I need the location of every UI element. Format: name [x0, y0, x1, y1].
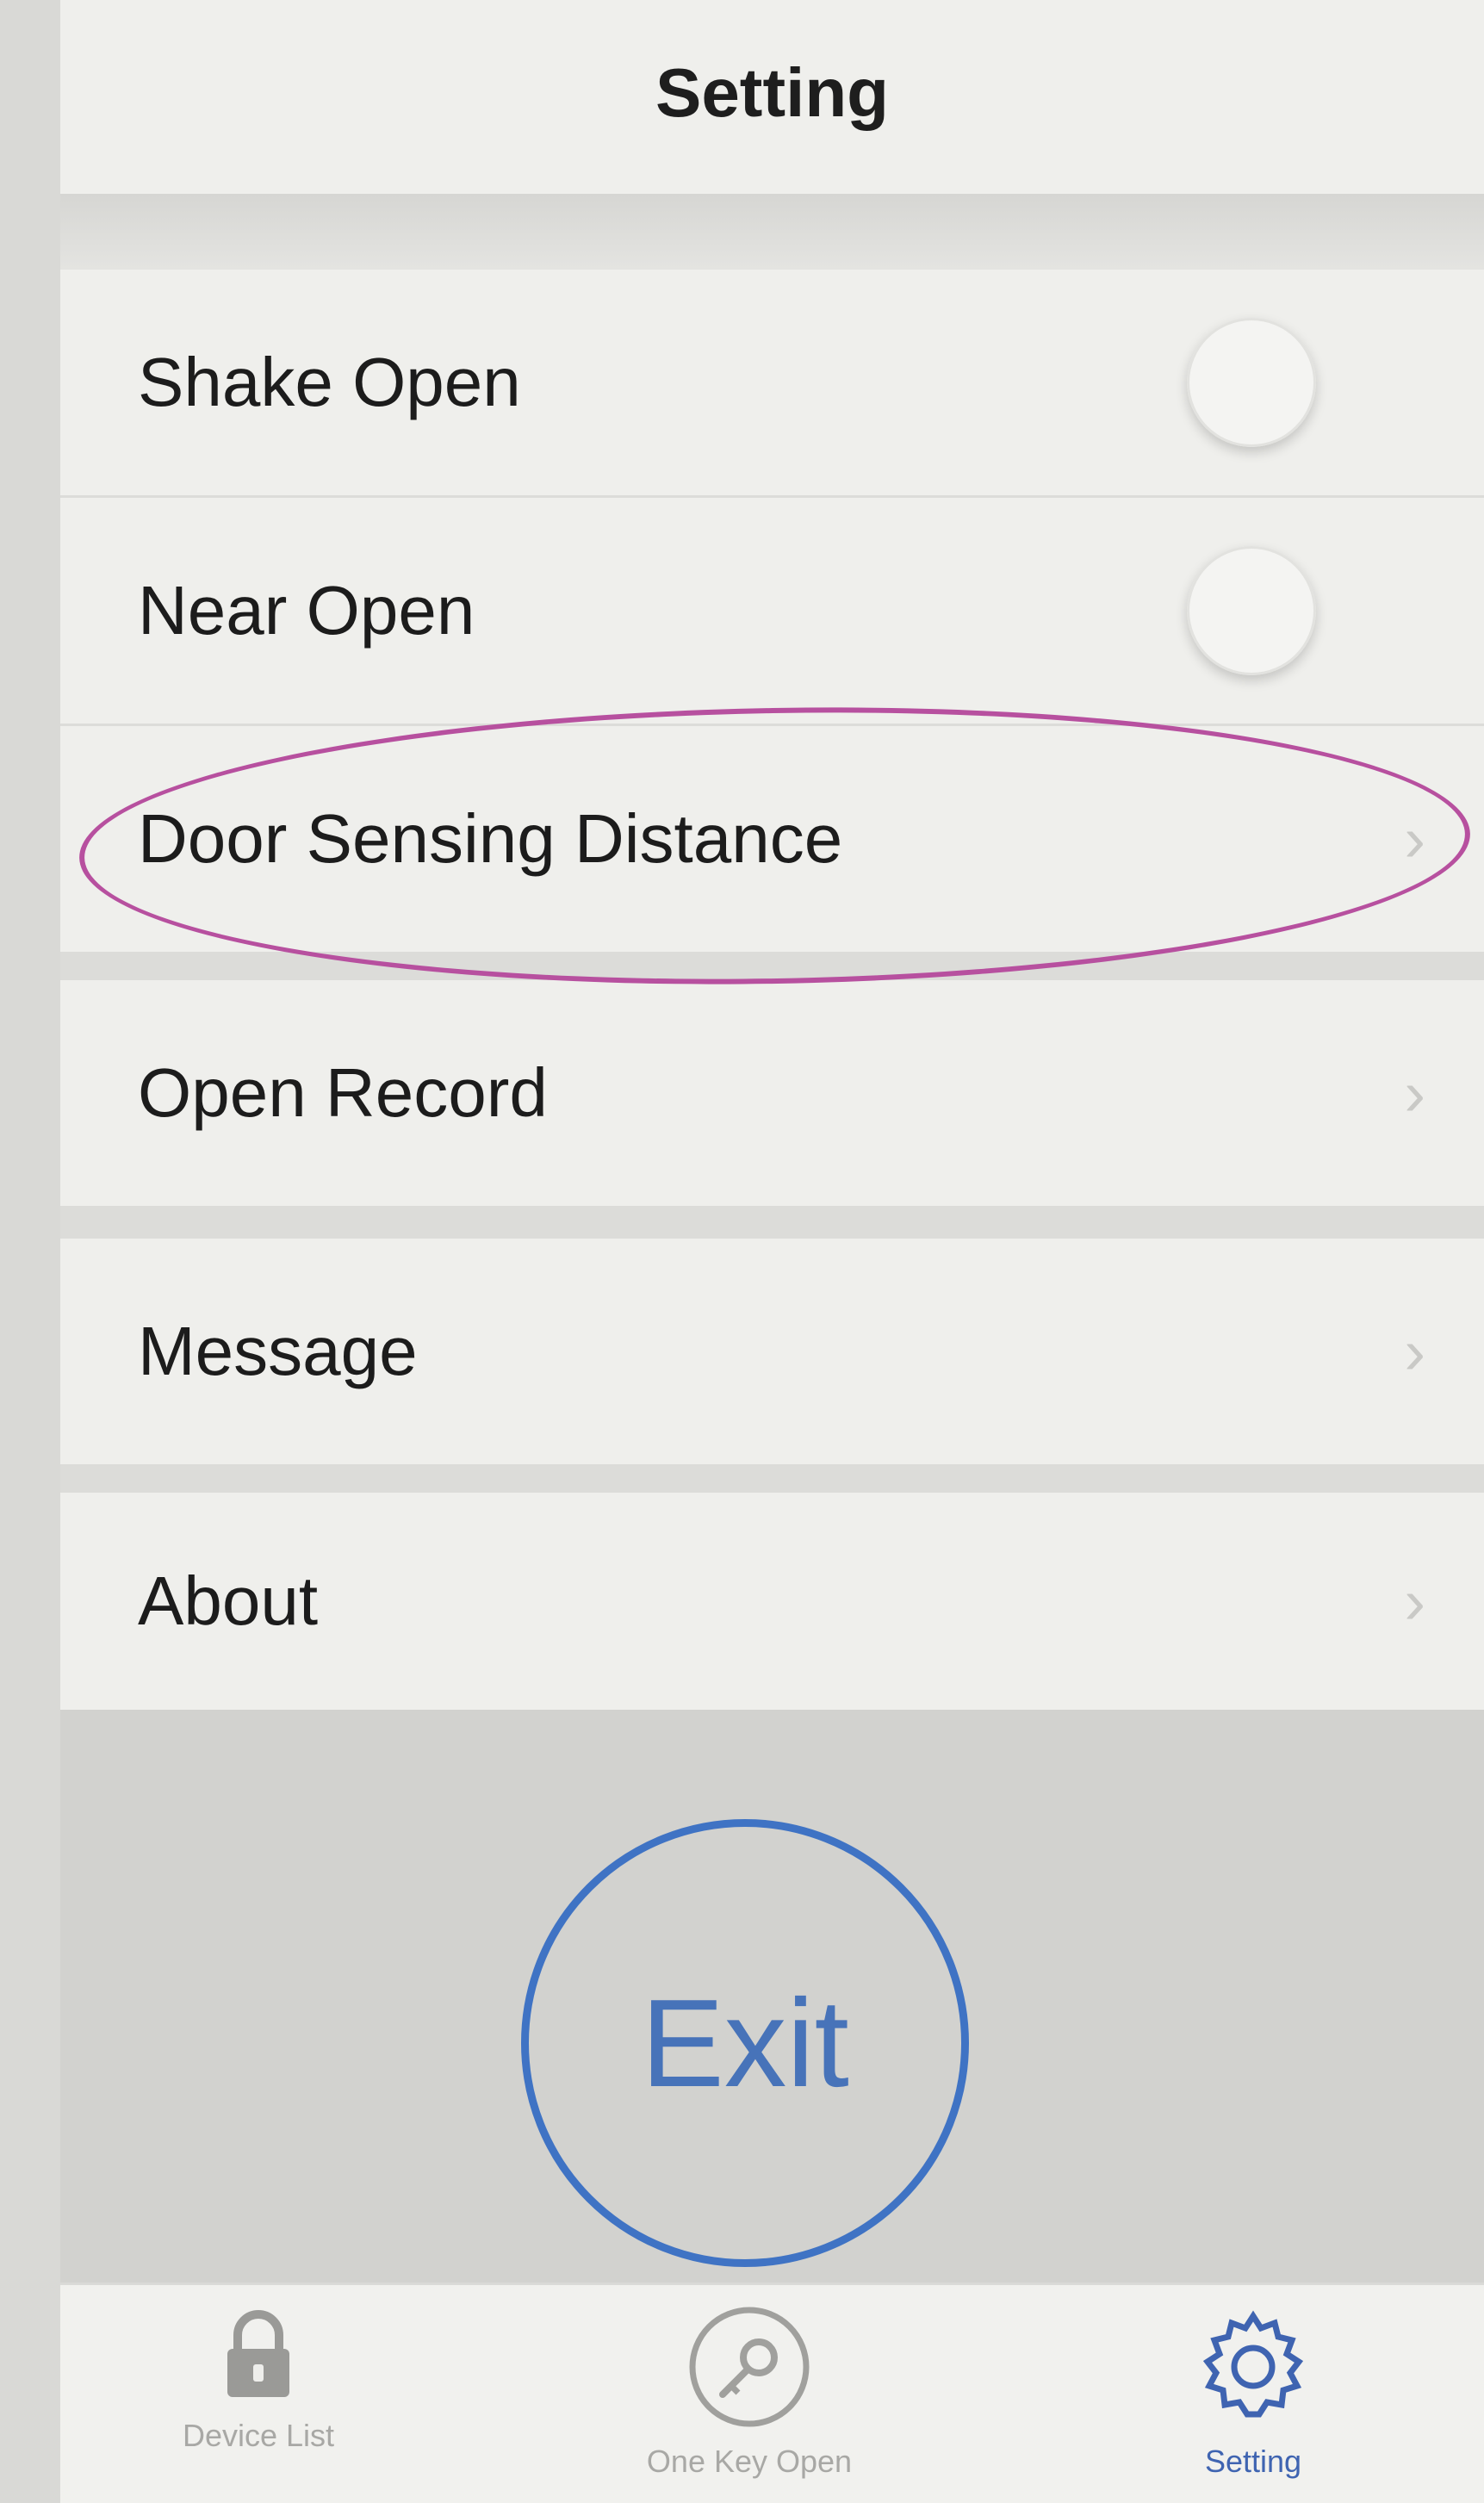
chevron-right-icon: › — [1404, 1565, 1425, 1637]
about-label: About — [138, 1562, 319, 1639]
near-open-label: Near Open — [138, 572, 475, 649]
key-icon — [689, 2307, 810, 2427]
tab-setting[interactable]: Setting — [1098, 2302, 1408, 2480]
navigation-bar: Setting — [60, 0, 1484, 194]
setting-row-near-open[interactable]: Near Open — [60, 498, 1484, 726]
message-label: Message — [138, 1313, 418, 1389]
chevron-right-icon: › — [1404, 1315, 1425, 1388]
tab-bar: Device List One Key Open Setting — [60, 2283, 1484, 2503]
open-record-label: Open Record — [138, 1054, 548, 1131]
gear-icon — [1202, 2310, 1304, 2418]
near-open-toggle[interactable] — [1187, 546, 1316, 675]
exit-label: Exit — [641, 1972, 849, 2113]
shake-open-label: Shake Open — [138, 344, 521, 420]
chevron-right-icon: › — [1404, 1057, 1425, 1129]
page-title: Setting — [655, 54, 890, 131]
setting-row-message[interactable]: Message › — [60, 1239, 1484, 1467]
setting-row-about[interactable]: About › — [60, 1493, 1484, 1712]
tab-label: Setting — [1204, 2444, 1302, 2479]
tab-one-key-open[interactable]: One Key Open — [594, 2302, 904, 2480]
tab-label: One Key Open — [646, 2444, 853, 2479]
section-divider — [60, 1208, 1484, 1239]
setting-row-shake-open[interactable]: Shake Open — [60, 270, 1484, 498]
setting-row-open-record[interactable]: Open Record › — [60, 980, 1484, 1208]
section-divider — [60, 1467, 1484, 1493]
settings-screen: Setting Shake Open Near Open Door Sensin… — [60, 0, 1484, 2503]
tab-device-list[interactable]: Device List — [103, 2302, 413, 2454]
shake-open-toggle[interactable] — [1187, 318, 1316, 447]
tab-label: Device List — [182, 2418, 335, 2453]
exit-area: Exit — [60, 1710, 1484, 2283]
exit-button[interactable]: Exit — [521, 1819, 969, 2267]
section-divider — [60, 194, 1484, 270]
lock-icon — [227, 2310, 289, 2397]
